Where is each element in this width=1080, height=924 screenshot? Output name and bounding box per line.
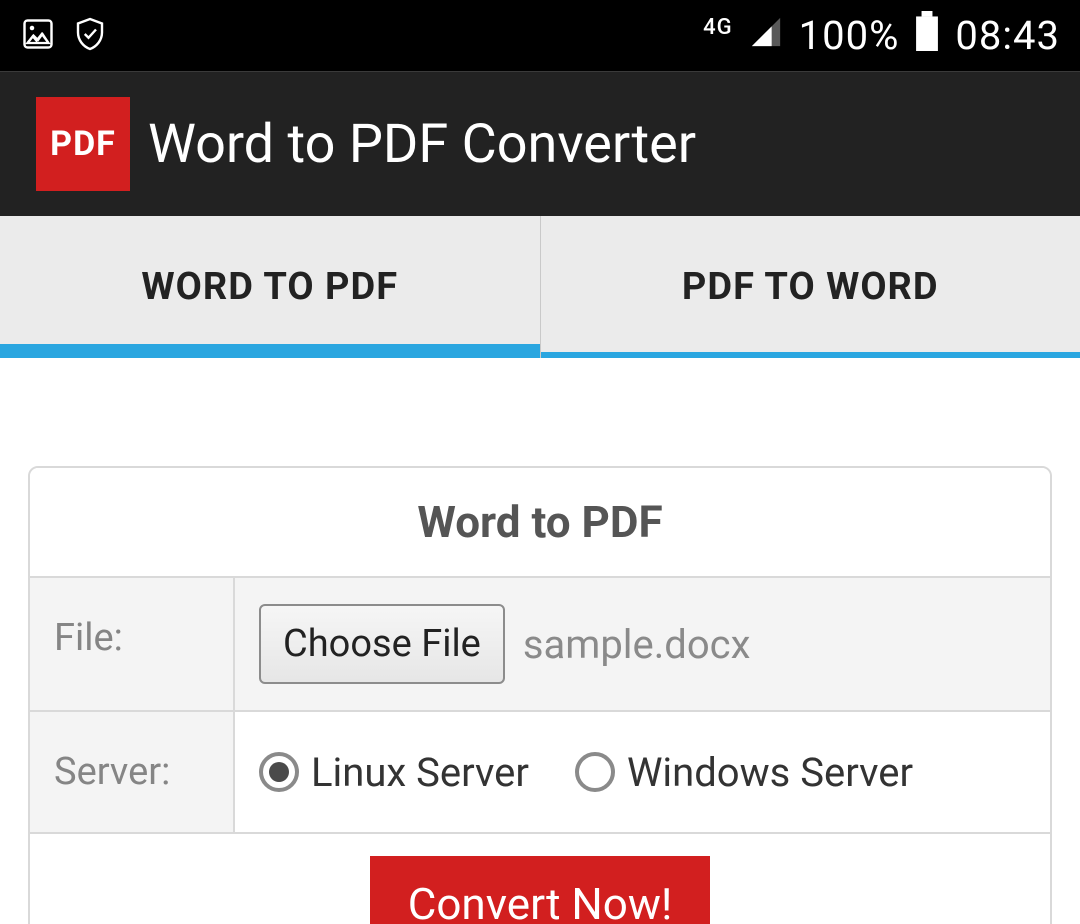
server-cell: Linux Server Windows Server <box>235 712 1050 832</box>
tabs: WORD TO PDF PDF TO WORD <box>0 216 1080 358</box>
radio-label: Linux Server <box>311 749 529 796</box>
app-logo-icon: PDF <box>36 97 130 191</box>
network-type-label: 4G <box>703 15 733 40</box>
app-title: Word to PDF Converter <box>148 113 696 176</box>
battery-percent: 100% <box>799 12 900 59</box>
clock: 08:43 <box>955 12 1060 59</box>
image-icon <box>20 16 56 56</box>
choose-file-button[interactable]: Choose File <box>259 604 505 684</box>
convert-row: Convert Now! <box>30 834 1050 924</box>
radio-icon <box>259 752 299 792</box>
tab-indicator <box>541 352 1080 358</box>
shield-icon <box>72 16 108 56</box>
battery-icon <box>915 11 939 61</box>
converter-card: Word to PDF File: Choose File sample.doc… <box>28 466 1052 924</box>
signal-icon <box>749 12 783 59</box>
file-row: File: Choose File sample.docx <box>30 578 1050 712</box>
tab-label: WORD TO PDF <box>141 265 398 309</box>
app-logo-text: PDF <box>50 124 116 164</box>
tab-pdf-to-word[interactable]: PDF TO WORD <box>540 216 1080 358</box>
card-title: Word to PDF <box>30 468 1050 578</box>
radio-linux-server[interactable]: Linux Server <box>259 749 529 796</box>
file-label: File: <box>30 578 235 710</box>
app-bar: PDF Word to PDF Converter <box>0 72 1080 216</box>
radio-label: Windows Server <box>627 749 913 796</box>
radio-windows-server[interactable]: Windows Server <box>575 749 913 796</box>
file-cell: Choose File sample.docx <box>235 578 1050 710</box>
server-label: Server: <box>30 712 235 832</box>
tab-word-to-pdf[interactable]: WORD TO PDF <box>0 216 540 358</box>
convert-button[interactable]: Convert Now! <box>370 856 711 924</box>
tab-label: PDF TO WORD <box>682 265 939 309</box>
content-area: Word to PDF File: Choose File sample.doc… <box>0 358 1080 924</box>
status-bar: 4G 100% 08:43 <box>0 0 1080 72</box>
tab-indicator <box>0 344 540 358</box>
status-left <box>20 16 108 56</box>
selected-filename: sample.docx <box>523 621 751 668</box>
server-row: Server: Linux Server Windows Server <box>30 712 1050 834</box>
radio-icon <box>575 752 615 792</box>
status-right: 4G 100% 08:43 <box>703 11 1060 61</box>
